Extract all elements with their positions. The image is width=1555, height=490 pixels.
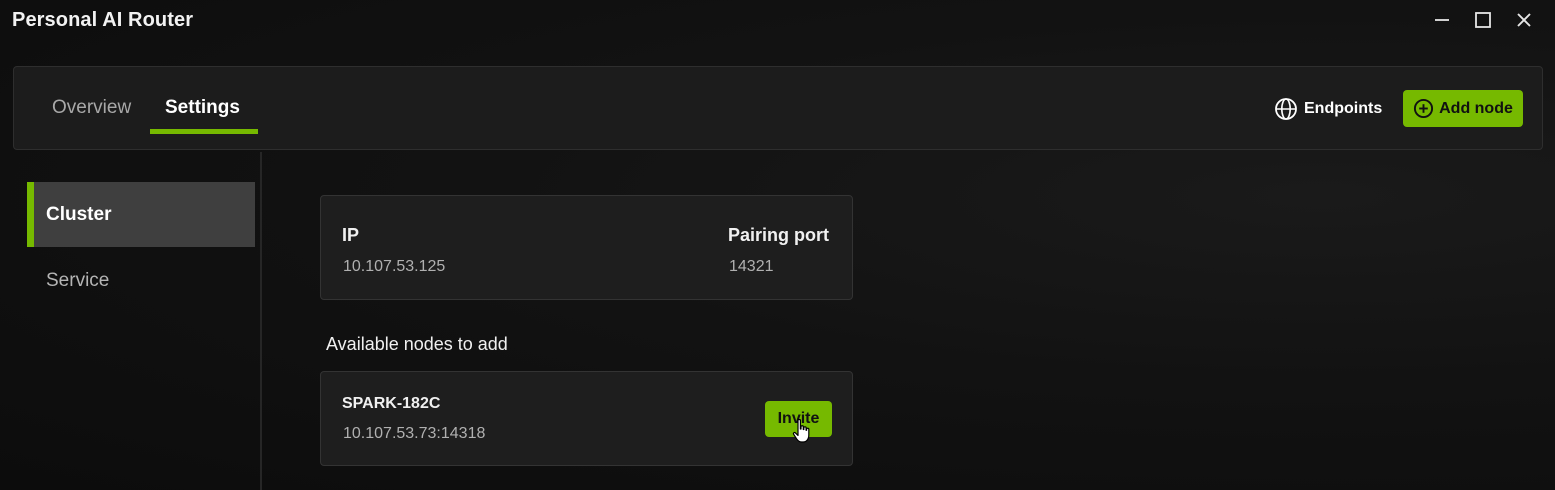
sidebar-item-cluster[interactable]: Cluster xyxy=(27,182,255,247)
sidebar-item-label: Service xyxy=(46,269,110,291)
tab-overview-label: Overview xyxy=(52,97,132,118)
tab-settings[interactable]: Settings xyxy=(165,67,240,149)
maximize-icon xyxy=(1475,12,1491,28)
tab-settings-label: Settings xyxy=(165,97,240,118)
sidebar-item-service[interactable]: Service xyxy=(27,248,255,313)
available-nodes-heading: Available nodes to add xyxy=(326,334,508,354)
minimize-button[interactable] xyxy=(1428,6,1456,34)
minimize-icon xyxy=(1435,19,1449,21)
title-bar: Personal AI Router xyxy=(0,0,1555,48)
close-button[interactable] xyxy=(1510,6,1538,34)
invite-button[interactable]: Invite xyxy=(765,401,832,437)
plus-circle-icon xyxy=(1414,98,1434,119)
globe-icon xyxy=(1275,98,1297,120)
app-title: Personal AI Router xyxy=(12,9,194,31)
invite-label: Invite xyxy=(777,410,820,427)
add-node-button[interactable]: Add node xyxy=(1403,90,1523,127)
sidebar-item-label: Cluster xyxy=(46,203,112,225)
cluster-info-card: IP 10.107.53.125 Pairing port 14321 xyxy=(320,195,853,300)
ip-value: 10.107.53.125 xyxy=(343,258,446,275)
ip-label: IP xyxy=(342,225,360,245)
close-icon xyxy=(1517,13,1531,27)
node-address: 10.107.53.73:14318 xyxy=(343,425,486,442)
active-tab-indicator xyxy=(150,129,258,134)
add-node-label: Add node xyxy=(1439,99,1513,117)
endpoints-label: Endpoints xyxy=(1304,100,1383,117)
maximize-button[interactable] xyxy=(1469,6,1497,34)
top-navigation-bar: Overview Settings Endpoints Add node xyxy=(13,66,1543,150)
endpoints-button[interactable]: Endpoints xyxy=(1274,89,1382,129)
tab-overview[interactable]: Overview xyxy=(52,67,131,149)
pairing-port-value: 14321 xyxy=(729,258,774,275)
sidebar-divider xyxy=(260,152,262,490)
available-node-card: SPARK-182C 10.107.53.73:14318 Invite xyxy=(320,371,853,466)
node-name: SPARK-182C xyxy=(342,395,441,412)
pairing-port-label: Pairing port xyxy=(728,225,830,245)
